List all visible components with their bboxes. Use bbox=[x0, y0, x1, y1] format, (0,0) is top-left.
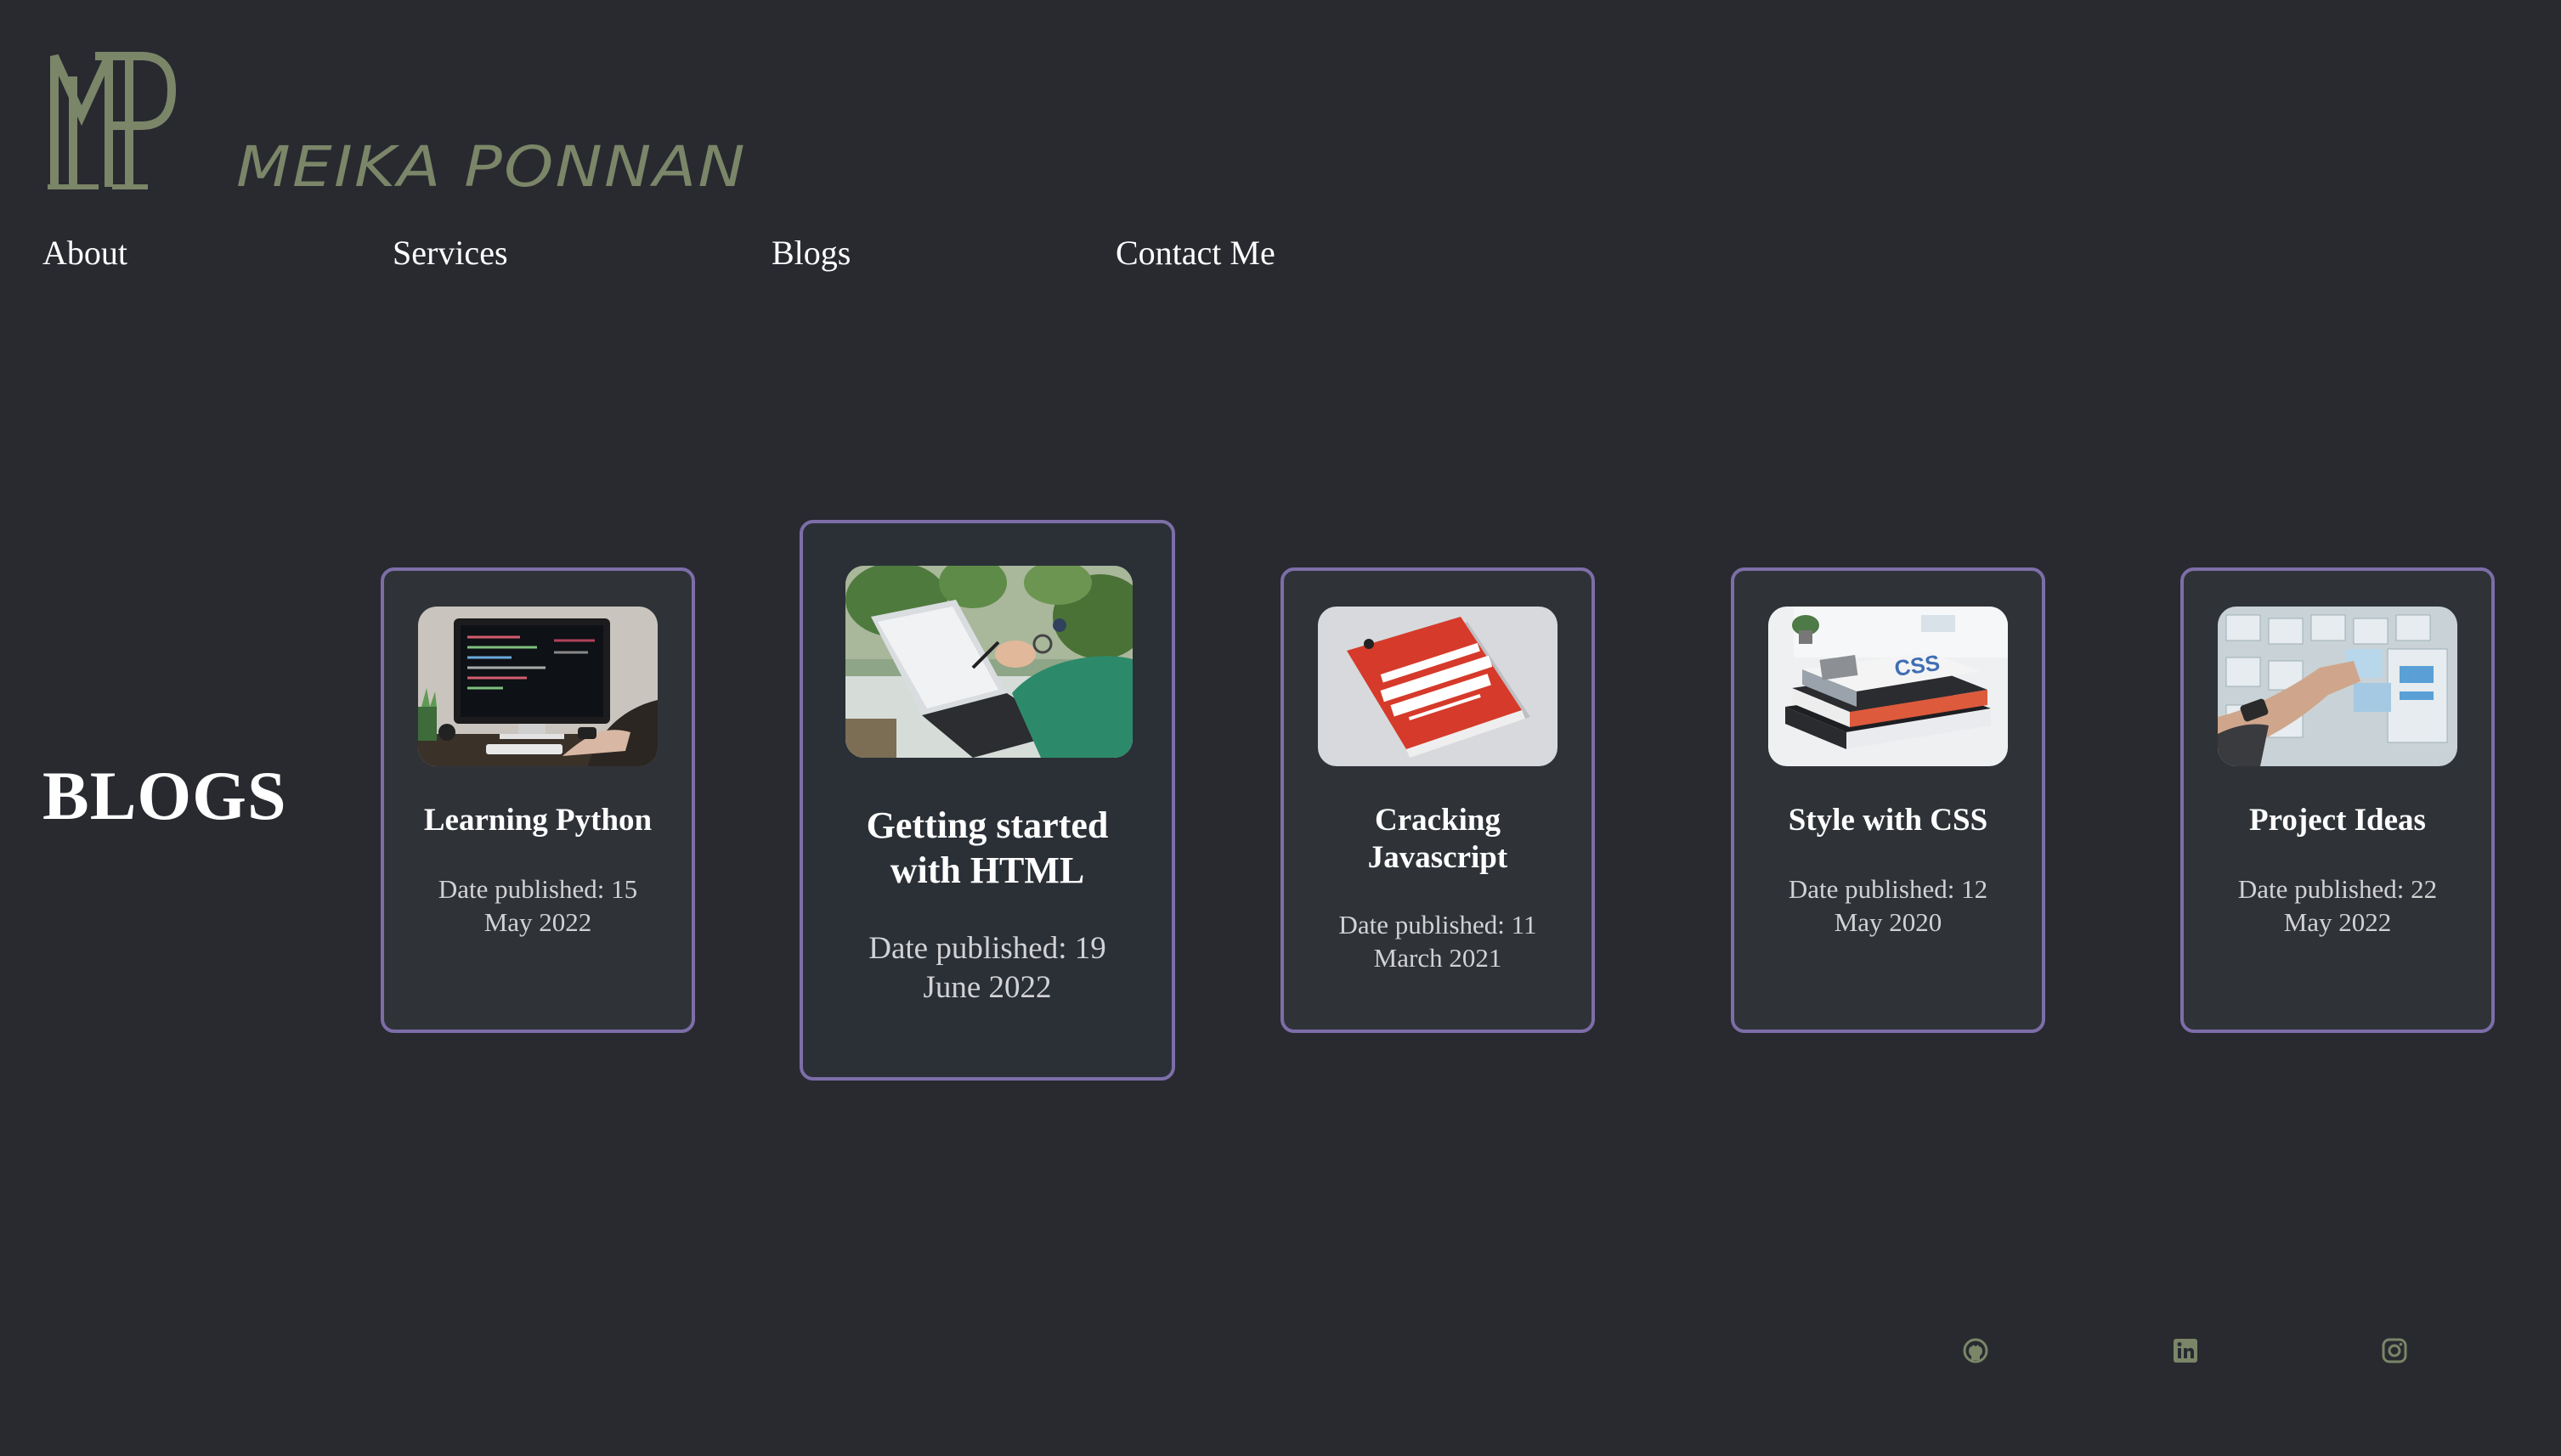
nav-about[interactable]: About bbox=[42, 233, 127, 273]
blog-thumbnail: CSS bbox=[1768, 607, 2008, 766]
blog-thumbnail bbox=[2218, 607, 2457, 766]
blog-card-date: Date published: 12 May 2020 bbox=[1788, 874, 1988, 937]
blog-card-title[interactable]: Getting started with HTML bbox=[828, 804, 1146, 894]
blog-card-project-ideas[interactable]: Project Ideas Date published: 22 May 202… bbox=[2180, 567, 2495, 1033]
blog-thumbnail bbox=[418, 607, 658, 766]
blog-card-style-with-css[interactable]: CSS Style with CSS Date published: 12 Ma… bbox=[1731, 567, 2045, 1033]
linkedin-icon[interactable] bbox=[2172, 1337, 2199, 1364]
blog-card-date: Date published: 15 May 2022 bbox=[438, 874, 638, 937]
blog-thumbnail bbox=[845, 566, 1133, 758]
blog-card-title[interactable]: Project Ideas bbox=[2192, 802, 2483, 839]
blog-card-date: Date published: 11 March 2021 bbox=[1338, 910, 1537, 973]
page: MEIKA PONNAN About Services Blogs Contac… bbox=[0, 0, 2561, 1456]
brand-name[interactable]: MEIKA PONNAN bbox=[236, 134, 747, 200]
blog-card-getting-started-html[interactable]: Getting started with HTML Date published… bbox=[800, 520, 1175, 1081]
logo-monogram[interactable] bbox=[48, 42, 177, 192]
blog-card-title[interactable]: Learning Python bbox=[393, 802, 683, 839]
blog-card-title[interactable]: Style with CSS bbox=[1743, 802, 2033, 839]
blog-card-title[interactable]: Cracking Javascript bbox=[1326, 802, 1549, 878]
blog-card-cracking-javascript[interactable]: Cracking Javascript Date published: 11 M… bbox=[1280, 567, 1595, 1033]
nav-services[interactable]: Services bbox=[393, 233, 508, 273]
blog-card-learning-python[interactable]: Learning Python Date published: 15 May 2… bbox=[381, 567, 695, 1033]
blog-card-date: Date published: 22 May 2022 bbox=[2237, 874, 2438, 937]
blog-thumbnail bbox=[1318, 607, 1558, 766]
github-icon[interactable] bbox=[1962, 1337, 1989, 1364]
instagram-icon[interactable] bbox=[2381, 1337, 2408, 1364]
blog-card-date: Date published: 19 June 2022 bbox=[868, 931, 1106, 1006]
nav-contact[interactable]: Contact Me bbox=[1116, 233, 1275, 273]
nav-blogs[interactable]: Blogs bbox=[772, 233, 851, 273]
page-title: BLOGS bbox=[42, 757, 287, 834]
